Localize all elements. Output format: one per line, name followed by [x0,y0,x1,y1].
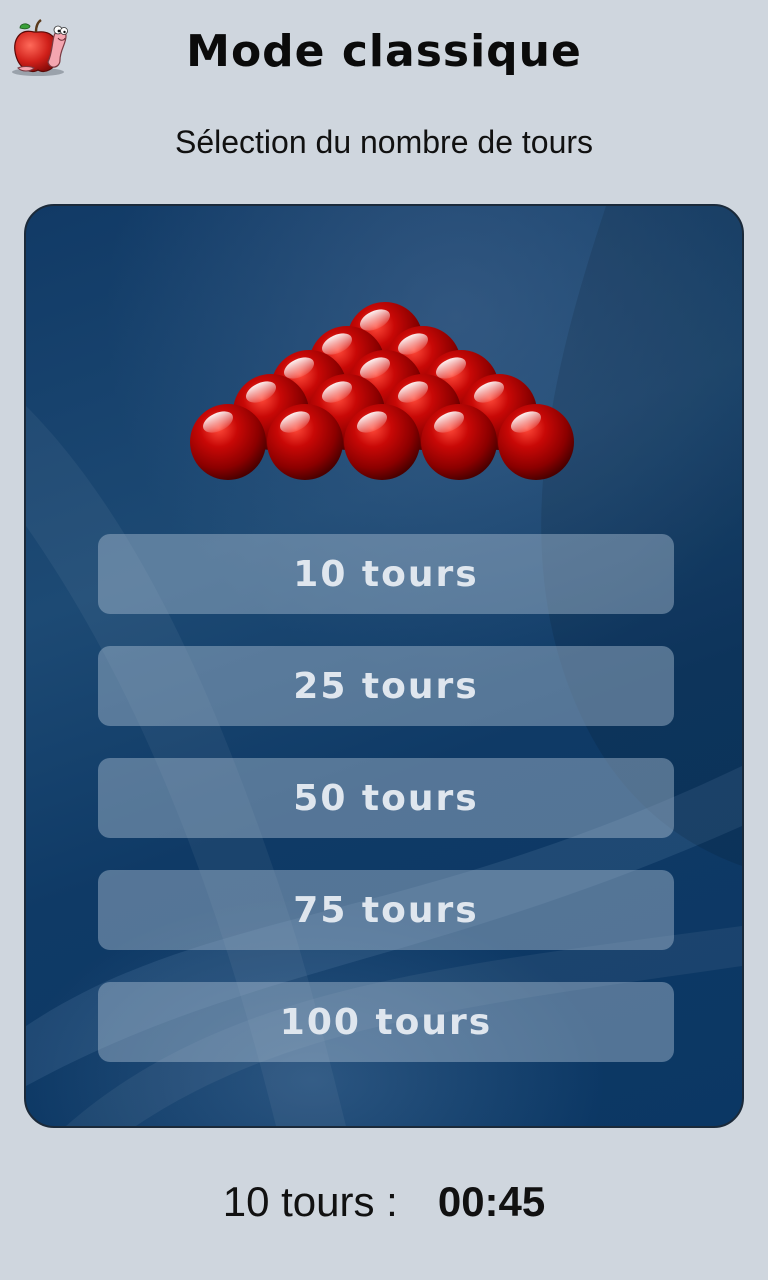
option-10-tours-button[interactable]: 10 tours [98,534,674,614]
option-75-tours-button[interactable]: 75 tours [98,870,674,950]
best-time-display: 10 tours : 00:45 [0,1178,768,1226]
selection-panel: 10 tours 25 tours 50 tours 75 tours 100 … [24,204,744,1128]
best-time-value: 00:45 [437,1178,546,1225]
page-title: Mode classique [186,26,582,77]
option-25-tours-button[interactable]: 25 tours [98,646,674,726]
snooker-balls-triangle [190,302,574,480]
option-50-tours-button[interactable]: 50 tours [98,758,674,838]
option-100-tours-button[interactable]: 100 tours [98,982,674,1062]
best-time-label: 10 tours : [222,1178,398,1225]
page-subtitle: Sélection du nombre de tours [174,124,594,160]
